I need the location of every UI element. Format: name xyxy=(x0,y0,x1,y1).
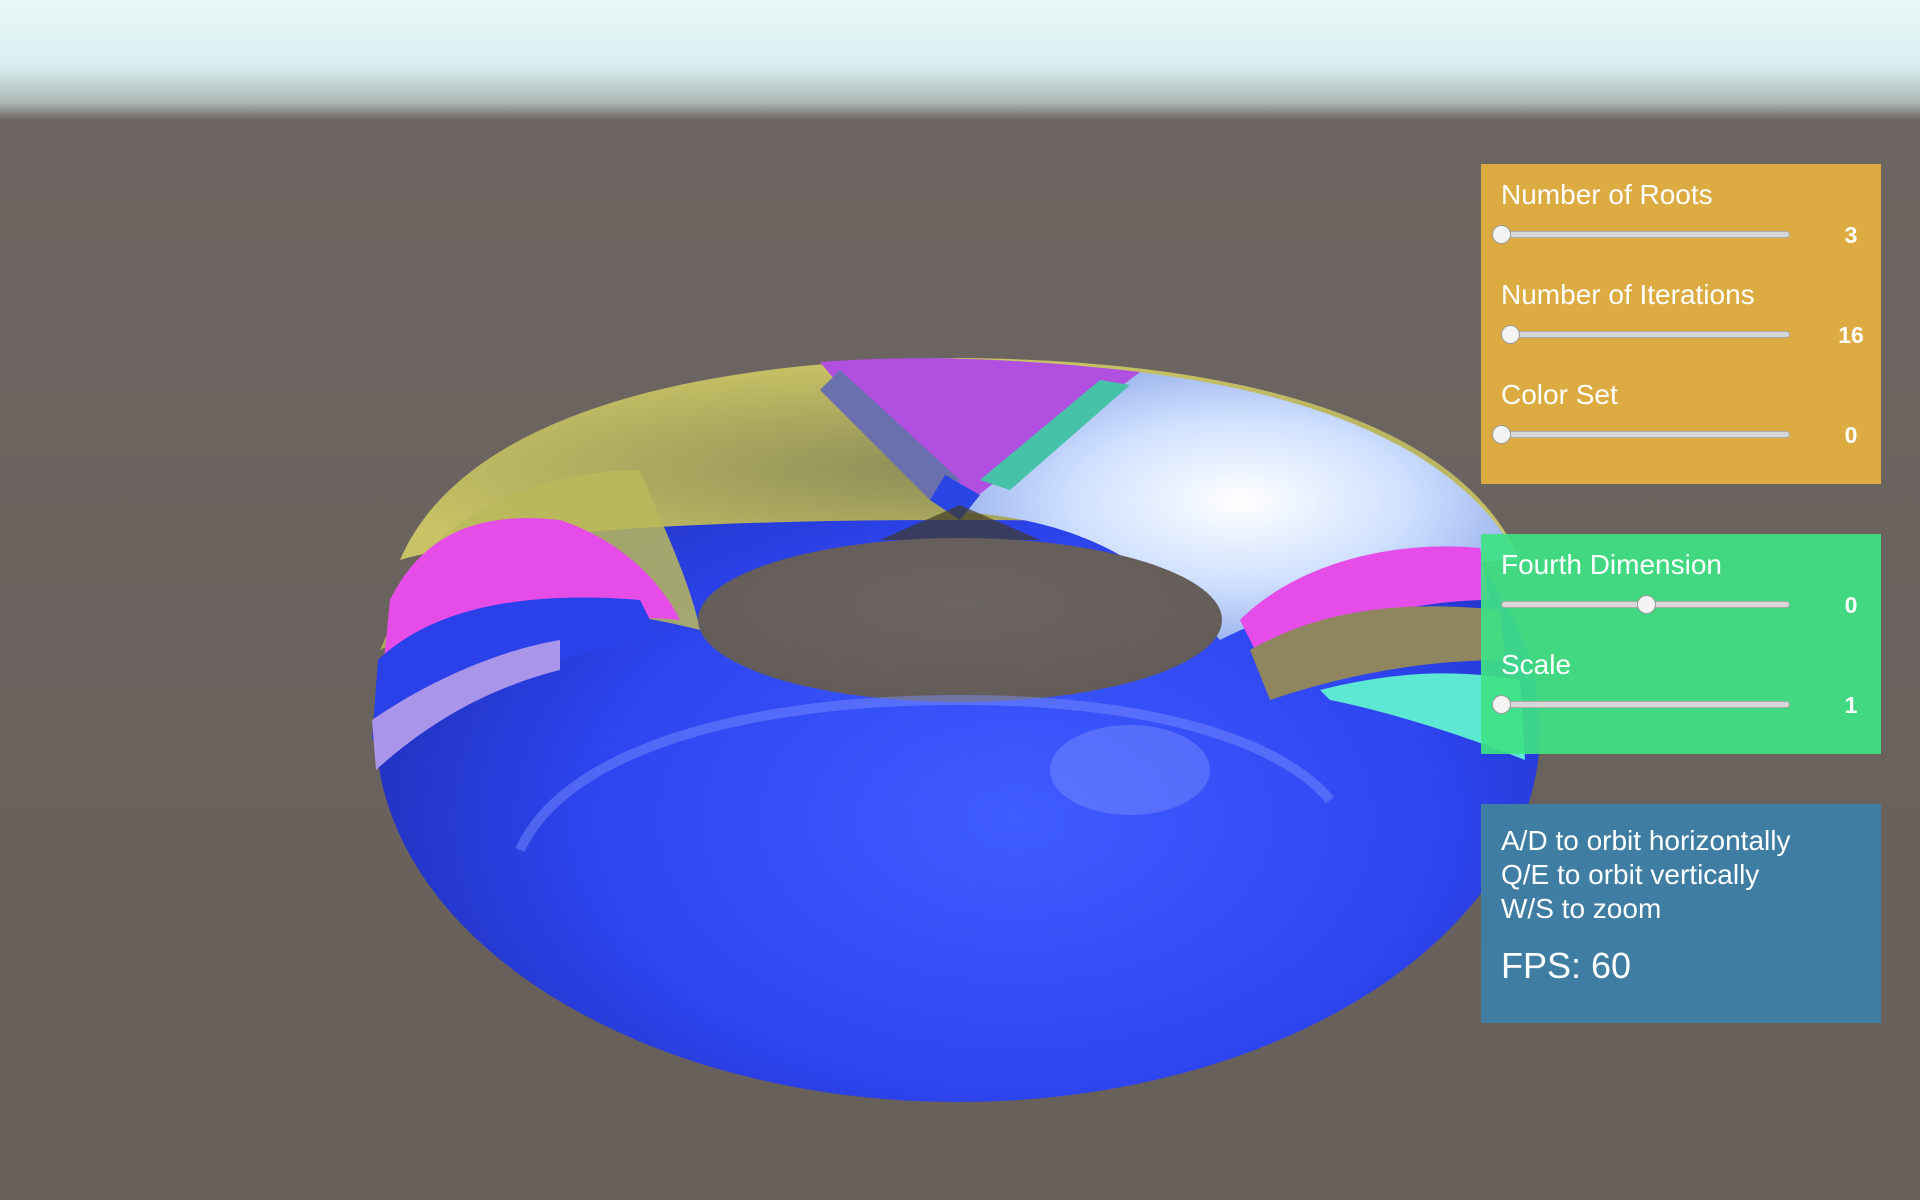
scale-value: 1 xyxy=(1844,692,1858,718)
roots-slider-handle[interactable] xyxy=(1492,225,1511,244)
iterations-control: Number of Iterations 16 xyxy=(1500,278,1864,378)
roots-label: Number of Roots xyxy=(1501,179,1713,210)
scale-control: Scale 1 xyxy=(1492,648,1861,748)
color-set-value: 0 xyxy=(1844,422,1858,448)
iterations-value: 16 xyxy=(1838,322,1864,348)
sky xyxy=(0,0,1920,120)
color-set-slider-handle[interactable] xyxy=(1492,425,1511,444)
iterations-label: Number of Iterations xyxy=(1501,279,1755,310)
help-orbit-vertical: Q/E to orbit vertically xyxy=(1501,859,1760,890)
scale-label: Scale xyxy=(1501,649,1572,680)
help-orbit-horizontal: A/D to orbit horizontally xyxy=(1501,825,1791,856)
color-set-slider-track[interactable] xyxy=(1501,431,1790,438)
fps-counter: FPS: 60 xyxy=(1501,945,1632,986)
fractal-settings-panel: Number of Roots 3 Number of Iterations 1… xyxy=(1481,164,1881,484)
color-set-label: Color Set xyxy=(1501,379,1618,410)
scale-slider-handle[interactable] xyxy=(1492,695,1511,714)
fourth-dimension-control: Fourth Dimension 0 xyxy=(1501,548,1861,648)
roots-control: Number of Roots 3 xyxy=(1492,178,1861,278)
fourth-dimension-value: 0 xyxy=(1844,592,1858,618)
iterations-slider-handle[interactable] xyxy=(1500,325,1520,344)
scale-slider-track[interactable] xyxy=(1501,701,1790,708)
roots-value: 3 xyxy=(1844,222,1858,248)
transform-settings-panel: Fourth Dimension 0 Scale 1 xyxy=(1481,534,1881,754)
color-set-control: Color Set 0 xyxy=(1492,378,1861,478)
help-panel: A/D to orbit horizontally Q/E to orbit v… xyxy=(1481,804,1881,1023)
fourth-dimension-label: Fourth Dimension xyxy=(1501,549,1722,580)
torus[interactable] xyxy=(372,358,1540,1102)
iterations-slider-track[interactable] xyxy=(1501,331,1790,338)
roots-slider-track[interactable] xyxy=(1501,231,1790,238)
fourth-dimension-slider-handle[interactable] xyxy=(1636,595,1656,614)
help-zoom: W/S to zoom xyxy=(1501,893,1662,924)
